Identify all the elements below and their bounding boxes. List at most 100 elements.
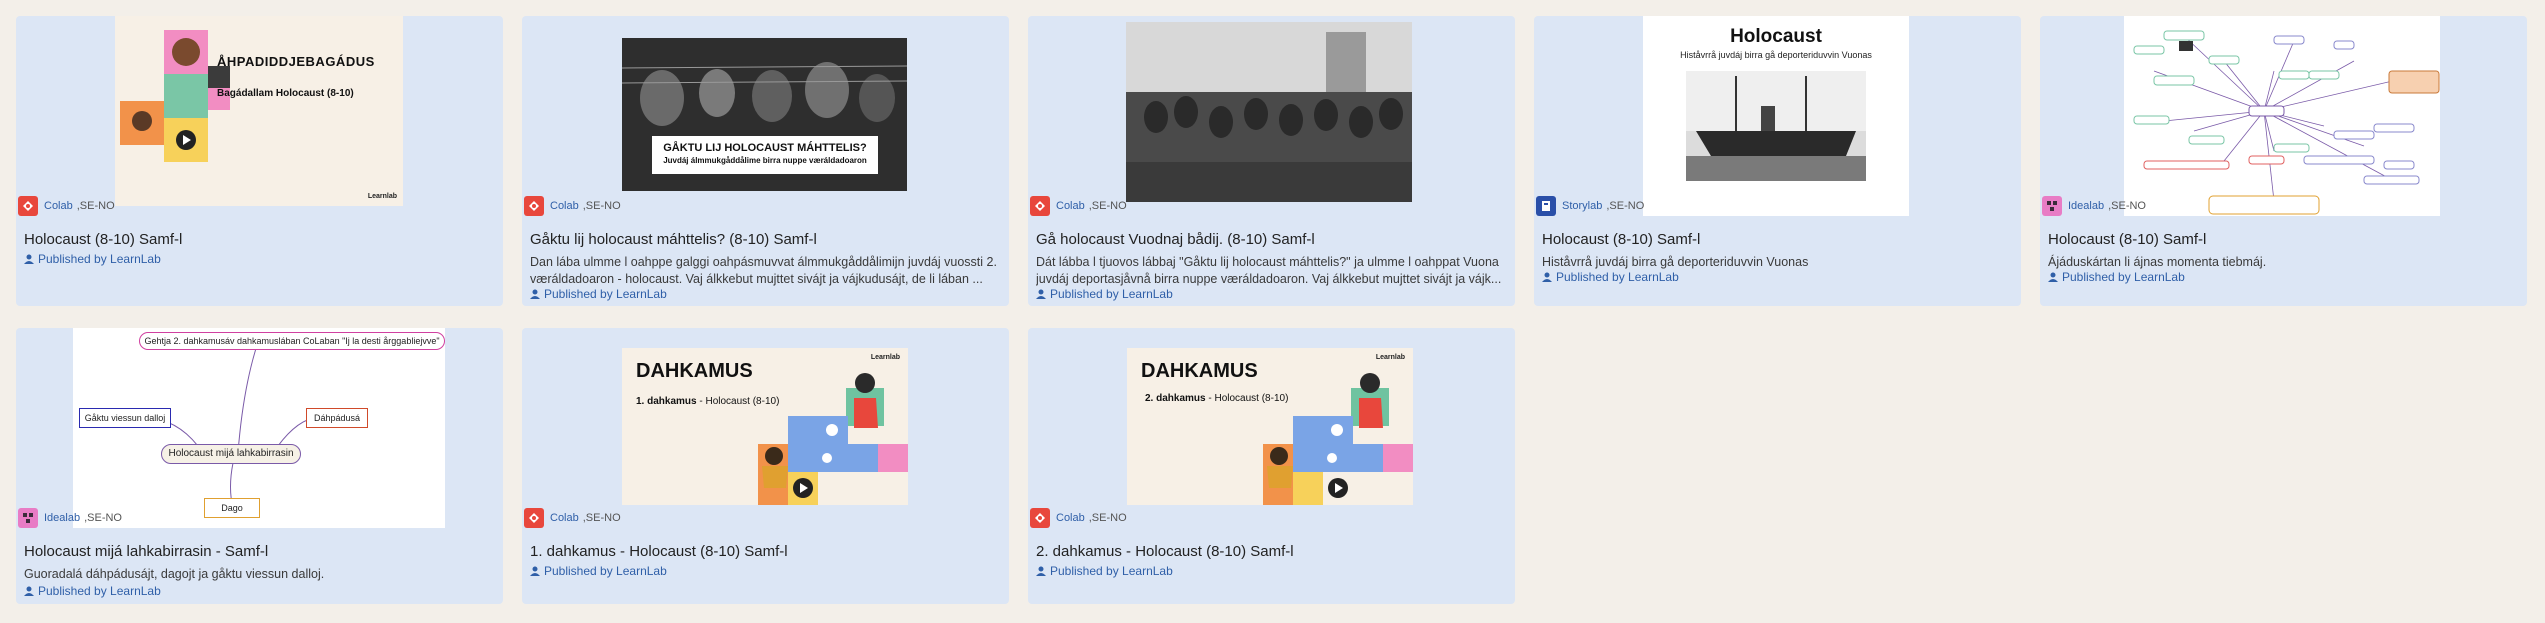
card-meta: Colab ,SE-NO bbox=[524, 194, 621, 218]
card-6[interactable]: DAHKAMUS Learnlab 1. dahkamus - Holocaus… bbox=[522, 328, 1009, 604]
card-title[interactable]: 2. dahkamus - Holocaust (8-10) Samf-l bbox=[1036, 543, 1294, 560]
card-thumbnail bbox=[2040, 16, 2527, 216]
card-7[interactable]: DAHKAMUS Learnlab 2. dahkamus - Holocaus… bbox=[1028, 328, 1515, 604]
mindmap-node-bottom: Dago bbox=[204, 498, 260, 518]
language-code: ,SE-NO bbox=[582, 200, 621, 212]
publisher: Published by LearnLab bbox=[1542, 270, 1679, 284]
card-meta: Idealab ,SE-NO bbox=[18, 506, 122, 530]
card-description: Dan lába ulmme l oahppe galggi oahpásmuv… bbox=[530, 255, 997, 286]
lab-type: Colab bbox=[44, 200, 73, 212]
colab-icon bbox=[524, 508, 544, 528]
thumb-subheading: Juvdáj álmmukgåddålime birra nuppe værál… bbox=[663, 156, 867, 165]
lab-type: Colab bbox=[1056, 512, 1085, 524]
publisher-text: Published by LearnLab bbox=[2062, 270, 2185, 284]
card-meta: Colab ,SE-NO bbox=[1030, 194, 1127, 218]
publisher-text: Published by LearnLab bbox=[38, 252, 161, 266]
card-thumbnail: GÅKTU LIJ HOLOCAUST MÁHTTELIS? Juvdáj ál… bbox=[522, 16, 1009, 216]
language-code: ,SE-NO bbox=[1606, 200, 1645, 212]
thumb-caption-box: GÅKTU LIJ HOLOCAUST MÁHTTELIS? Juvdáj ál… bbox=[652, 136, 878, 174]
archive-photo bbox=[1126, 22, 1412, 202]
user-icon bbox=[1542, 272, 1552, 282]
lab-type: Colab bbox=[550, 200, 579, 212]
publisher-text: Published by LearnLab bbox=[1556, 270, 1679, 284]
language-code: ,SE-NO bbox=[84, 512, 122, 524]
card-meta: Colab ,SE-NO bbox=[1030, 506, 1127, 530]
publisher-text: Published by LearnLab bbox=[38, 584, 161, 598]
lab-type: Idealab bbox=[2068, 200, 2105, 212]
user-icon bbox=[1036, 566, 1046, 576]
mindmap-diagram bbox=[2133, 30, 2440, 215]
card-title[interactable]: Holocaust (8-10) Samf-l bbox=[24, 231, 182, 248]
publisher: Published by LearnLab bbox=[24, 584, 161, 598]
publisher-text: Published by LearnLab bbox=[544, 564, 667, 578]
card-5[interactable]: Gehtja 2. dahkamusáv dahkamuslában CoLab… bbox=[16, 328, 503, 604]
user-icon bbox=[24, 254, 34, 264]
card-1[interactable]: GÅKTU LIJ HOLOCAUST MÁHTTELIS? Juvdáj ál… bbox=[522, 16, 1009, 306]
user-icon bbox=[1036, 289, 1046, 299]
card-description: Ájáduskártan li ájnas momenta tiebmáj. bbox=[2048, 255, 2267, 269]
publisher: Published by LearnLab bbox=[530, 287, 667, 301]
publisher: Published by LearnLab bbox=[530, 564, 667, 578]
card-title[interactable]: Holocaust (8-10) Samf-l bbox=[2048, 231, 2206, 248]
task-illustration bbox=[1263, 373, 1413, 505]
thumb-heading: Holocaust bbox=[1730, 26, 1822, 47]
lab-type: Idealab bbox=[44, 512, 81, 524]
colab-icon bbox=[1030, 196, 1050, 216]
card-2[interactable]: Colab ,SE-NO Gå holocaust Vuodnaj bådij.… bbox=[1028, 16, 1515, 306]
card-title[interactable]: 1. dahkamus - Holocaust (8-10) Samf-l bbox=[530, 543, 788, 560]
card-title[interactable]: Gå holocaust Vuodnaj bådij. (8-10) Samf-… bbox=[1036, 231, 1315, 248]
colab-icon bbox=[1030, 508, 1050, 528]
mindmap-node-right: Dáhpádusá bbox=[306, 408, 368, 428]
card-title[interactable]: Holocaust mijá lahkabirrasin - Samf-l bbox=[24, 543, 268, 560]
card-description: Histåvrrå juvdáj birra gå deporteriduvvi… bbox=[1542, 255, 1809, 269]
idealab-icon bbox=[2042, 196, 2062, 216]
card-meta: Idealab ,SE-NO bbox=[2042, 194, 2146, 218]
publisher-text: Published by LearnLab bbox=[544, 287, 667, 301]
publisher: Published by LearnLab bbox=[1036, 564, 1173, 578]
user-icon bbox=[530, 289, 540, 299]
thumb-heading: ÅHPADIDDJEBAGÁDUS bbox=[217, 54, 375, 69]
language-code: ,SE-NO bbox=[1088, 200, 1127, 212]
mindmap-node-top: Gehtja 2. dahkamusáv dahkamuslában CoLab… bbox=[139, 332, 445, 350]
storylab-icon bbox=[1536, 196, 1556, 216]
intro-illustration bbox=[120, 30, 230, 162]
card-thumbnail bbox=[1028, 16, 1515, 216]
card-meta: Colab ,SE-NO bbox=[18, 194, 115, 218]
card-thumbnail: ÅHPADIDDJEBAGÁDUS Bagádallam Holocaust (… bbox=[16, 16, 503, 216]
publisher: Published by LearnLab bbox=[1036, 287, 1173, 301]
thumb-heading: GÅKTU LIJ HOLOCAUST MÁHTTELIS? bbox=[663, 142, 867, 154]
card-title[interactable]: Holocaust (8-10) Samf-l bbox=[1542, 231, 1700, 248]
card-0[interactable]: ÅHPADIDDJEBAGÁDUS Bagádallam Holocaust (… bbox=[16, 16, 503, 306]
card-thumbnail: DAHKAMUS Learnlab 2. dahkamus - Holocaus… bbox=[1028, 328, 1515, 528]
colab-icon bbox=[18, 196, 38, 216]
ship-photo bbox=[1686, 71, 1866, 181]
card-meta: Storylab ,SE-NO bbox=[1536, 194, 1644, 218]
mindmap-node-center: Holocaust mijá lahkabirrasin bbox=[161, 444, 301, 464]
lab-type: Colab bbox=[1056, 200, 1085, 212]
idealab-icon bbox=[18, 508, 38, 528]
publisher: Published by LearnLab bbox=[24, 252, 161, 266]
publisher: Published by LearnLab bbox=[2048, 270, 2185, 284]
card-4[interactable]: Idealab ,SE-NO Holocaust (8-10) Samf-l Á… bbox=[2040, 16, 2527, 306]
thumb-subheading: Histåvrrå juvdáj birra gå deporteriduvvi… bbox=[1680, 50, 1872, 60]
language-code: ,SE-NO bbox=[76, 200, 115, 212]
thumb-subheading: Bagádallam Holocaust (8-10) bbox=[217, 88, 354, 99]
language-code: ,SE-NO bbox=[582, 512, 621, 524]
language-code: ,SE-NO bbox=[1088, 512, 1127, 524]
task-illustration bbox=[758, 373, 908, 505]
lab-type: Storylab bbox=[1562, 200, 1603, 212]
card-meta: Colab ,SE-NO bbox=[524, 506, 621, 530]
card-description: Guoradalá dáhpádusájt, dagojt ja gåktu v… bbox=[24, 567, 325, 581]
lab-type: Colab bbox=[550, 512, 579, 524]
user-icon bbox=[2048, 272, 2058, 282]
card-3[interactable]: Holocaust Histåvrrå juvdáj birra gå depo… bbox=[1534, 16, 2021, 306]
card-thumbnail: DAHKAMUS Learnlab 1. dahkamus - Holocaus… bbox=[522, 328, 1009, 528]
card-thumbnail: Holocaust Histåvrrå juvdáj birra gå depo… bbox=[1534, 16, 2021, 216]
language-code: ,SE-NO bbox=[2108, 200, 2146, 212]
card-thumbnail: Gehtja 2. dahkamusáv dahkamuslában CoLab… bbox=[16, 328, 503, 528]
colab-icon bbox=[524, 196, 544, 216]
card-description: Dát lábba l tjuovos lábbaj "Gåktu lij ho… bbox=[1036, 255, 1502, 286]
publisher-text: Published by LearnLab bbox=[1050, 564, 1173, 578]
thumb-brand: Learnlab bbox=[367, 193, 397, 200]
card-title[interactable]: Gåktu lij holocaust máhttelis? (8-10) Sa… bbox=[530, 231, 817, 248]
